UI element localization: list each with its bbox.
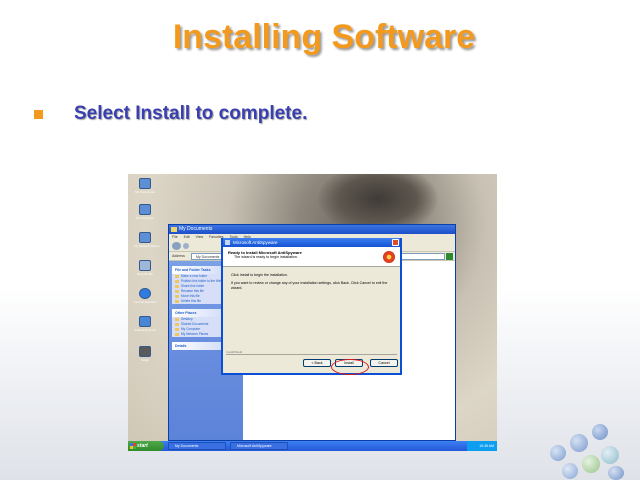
details-panel-title: Details bbox=[175, 344, 187, 348]
bullet-marker bbox=[34, 110, 43, 119]
installer-dialog[interactable]: Microsoft AntiSpyware Ready to Install M… bbox=[221, 238, 402, 375]
decorative-circle bbox=[550, 445, 566, 461]
taskbar-item-antispyware[interactable]: Microsoft AntiSpyware bbox=[230, 442, 288, 450]
installer-icon bbox=[225, 240, 230, 245]
installshield-brand: InstallShield bbox=[226, 350, 245, 354]
explorer-title-bar[interactable]: My Documents bbox=[169, 225, 455, 234]
product-logo-icon bbox=[383, 251, 395, 263]
back-button[interactable]: < Back bbox=[303, 359, 331, 367]
taskbar: start My Documents Microsoft AntiSpyware… bbox=[128, 441, 497, 451]
menu-edit[interactable]: Edit bbox=[184, 235, 190, 239]
screenshot: My Documents My Computer My Network Plac… bbox=[128, 174, 497, 451]
folder-icon bbox=[171, 227, 177, 232]
desktop-icon-my-computer[interactable]: My Computer bbox=[134, 204, 156, 220]
internet-explorer-icon bbox=[139, 288, 151, 299]
system-tray-clock: 10:45 AM bbox=[467, 441, 497, 451]
mail-icon bbox=[139, 316, 151, 327]
dialog-header: Ready to Install Microsoft AntiSpyware T… bbox=[223, 247, 400, 267]
decorative-circle bbox=[562, 463, 578, 479]
desktop-icon-ie[interactable]: Internet Explorer bbox=[134, 288, 156, 304]
desktop-icon-setup[interactable]: Setup bbox=[134, 346, 156, 362]
decorative-circle bbox=[601, 446, 619, 464]
desktop-icon-my-documents[interactable]: My Documents bbox=[134, 178, 156, 194]
tasks-panel-title: File and Folder Tasks bbox=[175, 268, 211, 272]
recycle-bin-icon bbox=[139, 260, 151, 271]
decorative-circle bbox=[592, 424, 608, 440]
folder-icon bbox=[139, 178, 151, 189]
decorative-circle bbox=[570, 434, 588, 452]
dialog-body: Click Install to begin the installation.… bbox=[223, 267, 400, 291]
dialog-body-line2: If you want to review or change any of y… bbox=[231, 281, 388, 290]
taskbar-item-my-documents[interactable]: My Documents bbox=[168, 442, 226, 450]
setup-icon bbox=[139, 346, 151, 357]
desktop-icon-outlook[interactable]: Outlook Express bbox=[134, 316, 156, 332]
computer-icon bbox=[139, 204, 151, 215]
dialog-separator bbox=[226, 354, 397, 355]
start-label: start bbox=[137, 443, 148, 449]
dialog-title-bar[interactable]: Microsoft AntiSpyware bbox=[223, 238, 400, 247]
address-label: Address bbox=[172, 254, 185, 258]
bullet-text: Select Install to complete. bbox=[74, 103, 308, 124]
close-icon[interactable] bbox=[392, 239, 399, 246]
highlight-circle bbox=[331, 359, 369, 375]
decorative-circle bbox=[582, 455, 600, 473]
back-arrow-icon[interactable] bbox=[172, 242, 181, 250]
dialog-title: Microsoft AntiSpyware bbox=[233, 240, 278, 245]
decorative-circle bbox=[608, 466, 624, 480]
network-icon bbox=[139, 232, 151, 243]
explorer-title: My Documents bbox=[179, 226, 213, 232]
dialog-header-subtitle: The wizard is ready to begin installatio… bbox=[234, 255, 298, 259]
windows-logo-icon bbox=[130, 443, 136, 449]
forward-arrow-icon[interactable] bbox=[183, 243, 189, 249]
dialog-body-line1: Click Install to begin the installation. bbox=[231, 273, 288, 277]
desktop-icon-network[interactable]: My Network Places bbox=[134, 232, 160, 248]
menu-view[interactable]: View bbox=[196, 235, 204, 239]
start-button[interactable]: start bbox=[128, 441, 164, 451]
cancel-button[interactable]: Cancel bbox=[370, 359, 398, 367]
go-arrow-icon[interactable] bbox=[446, 253, 453, 260]
desktop-icon-recycle-bin[interactable]: Recycle Bin bbox=[134, 260, 156, 276]
places-panel-title: Other Places bbox=[175, 311, 197, 315]
slide-title: Installing Software bbox=[172, 18, 476, 56]
menu-file[interactable]: File bbox=[172, 235, 178, 239]
